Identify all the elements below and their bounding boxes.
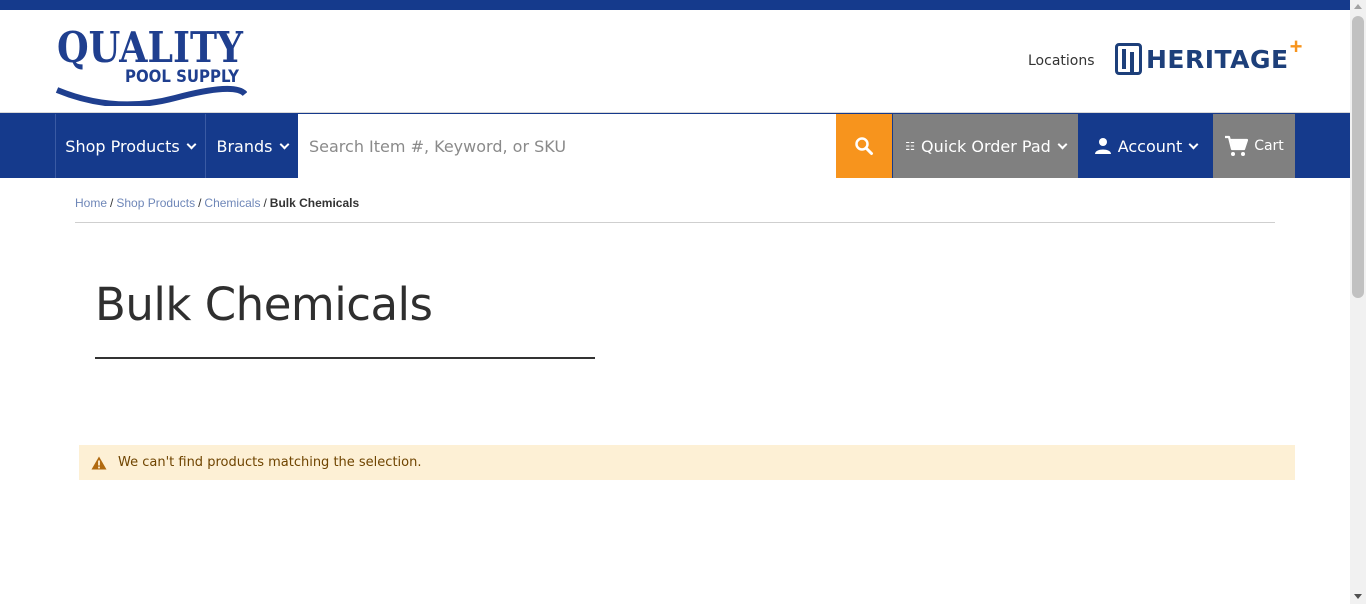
title-underline bbox=[95, 357, 595, 359]
page-title: Bulk Chemicals bbox=[95, 278, 433, 331]
search-icon bbox=[855, 137, 873, 155]
scroll-up-arrow-icon[interactable] bbox=[1354, 4, 1362, 9]
top-accent-bar bbox=[0, 0, 1350, 10]
heritage-logo[interactable]: HERITAGE + bbox=[1115, 34, 1302, 76]
logo-line1: QUALITY bbox=[57, 23, 244, 72]
breadcrumb: Home / Shop Products / Chemicals / Bulk Chemic… bbox=[75, 196, 359, 210]
chevron-down-icon bbox=[1057, 139, 1068, 149]
heritage-logo-text: HERITAGE bbox=[1146, 44, 1289, 74]
page-scrollbar[interactable] bbox=[1350, 0, 1366, 604]
breadcrumb-separator: / bbox=[263, 196, 267, 210]
breadcrumb-chemicals[interactable]: Chemicals bbox=[204, 196, 260, 210]
quality-pool-supply-logo[interactable]: QUALITY POOL SUPPLY bbox=[55, 18, 247, 106]
account-label: Account bbox=[1117, 136, 1183, 156]
notice-message: We can't find products matching the sele… bbox=[118, 455, 422, 470]
brands-label: Brands bbox=[216, 136, 273, 156]
scroll-down-arrow-icon[interactable] bbox=[1354, 594, 1362, 599]
shop-products-menu[interactable]: Shop Products bbox=[55, 114, 204, 178]
search-input[interactable] bbox=[298, 114, 836, 178]
site-header: QUALITY POOL SUPPLY Locations HERITAGE + bbox=[0, 10, 1350, 112]
breadcrumb-separator: / bbox=[110, 196, 114, 210]
scrollbar-thumb[interactable] bbox=[1352, 16, 1364, 298]
quick-order-pad-menu[interactable]: ☷ Quick Order Pad bbox=[893, 114, 1078, 178]
shop-products-label: Shop Products bbox=[65, 136, 180, 156]
logo-line2: POOL SUPPLY bbox=[125, 67, 240, 87]
breadcrumb-divider bbox=[75, 222, 1275, 223]
breadcrumb-current: Bulk Chemicals bbox=[269, 196, 360, 210]
breadcrumb-home[interactable]: Home bbox=[75, 196, 107, 210]
quick-order-pad-label: Quick Order Pad bbox=[921, 136, 1051, 156]
account-menu[interactable]: Account bbox=[1079, 114, 1212, 178]
breadcrumb-shop-products[interactable]: Shop Products bbox=[116, 196, 195, 210]
warning-icon bbox=[91, 456, 107, 469]
locations-link[interactable]: Locations bbox=[1028, 53, 1095, 69]
chevron-down-icon bbox=[279, 139, 289, 149]
user-icon bbox=[1094, 138, 1111, 154]
cart-icon bbox=[1225, 135, 1249, 156]
breadcrumb-separator: / bbox=[198, 196, 202, 210]
chevron-down-icon bbox=[186, 139, 197, 149]
heritage-plus-mark: + bbox=[1289, 34, 1303, 59]
chevron-down-icon bbox=[1188, 139, 1199, 149]
no-products-notice: We can't find products matching the sele… bbox=[79, 445, 1295, 480]
heritage-mark-icon bbox=[1115, 43, 1142, 75]
cart-label: Cart bbox=[1254, 138, 1284, 154]
brands-menu[interactable]: Brands bbox=[205, 114, 298, 178]
main-navigation: Shop Products Brands ☷ Quick Order Pad A… bbox=[0, 112, 1350, 178]
search-button[interactable] bbox=[836, 114, 892, 178]
cart-button[interactable]: Cart bbox=[1213, 114, 1295, 178]
list-icon: ☷ bbox=[905, 139, 916, 153]
